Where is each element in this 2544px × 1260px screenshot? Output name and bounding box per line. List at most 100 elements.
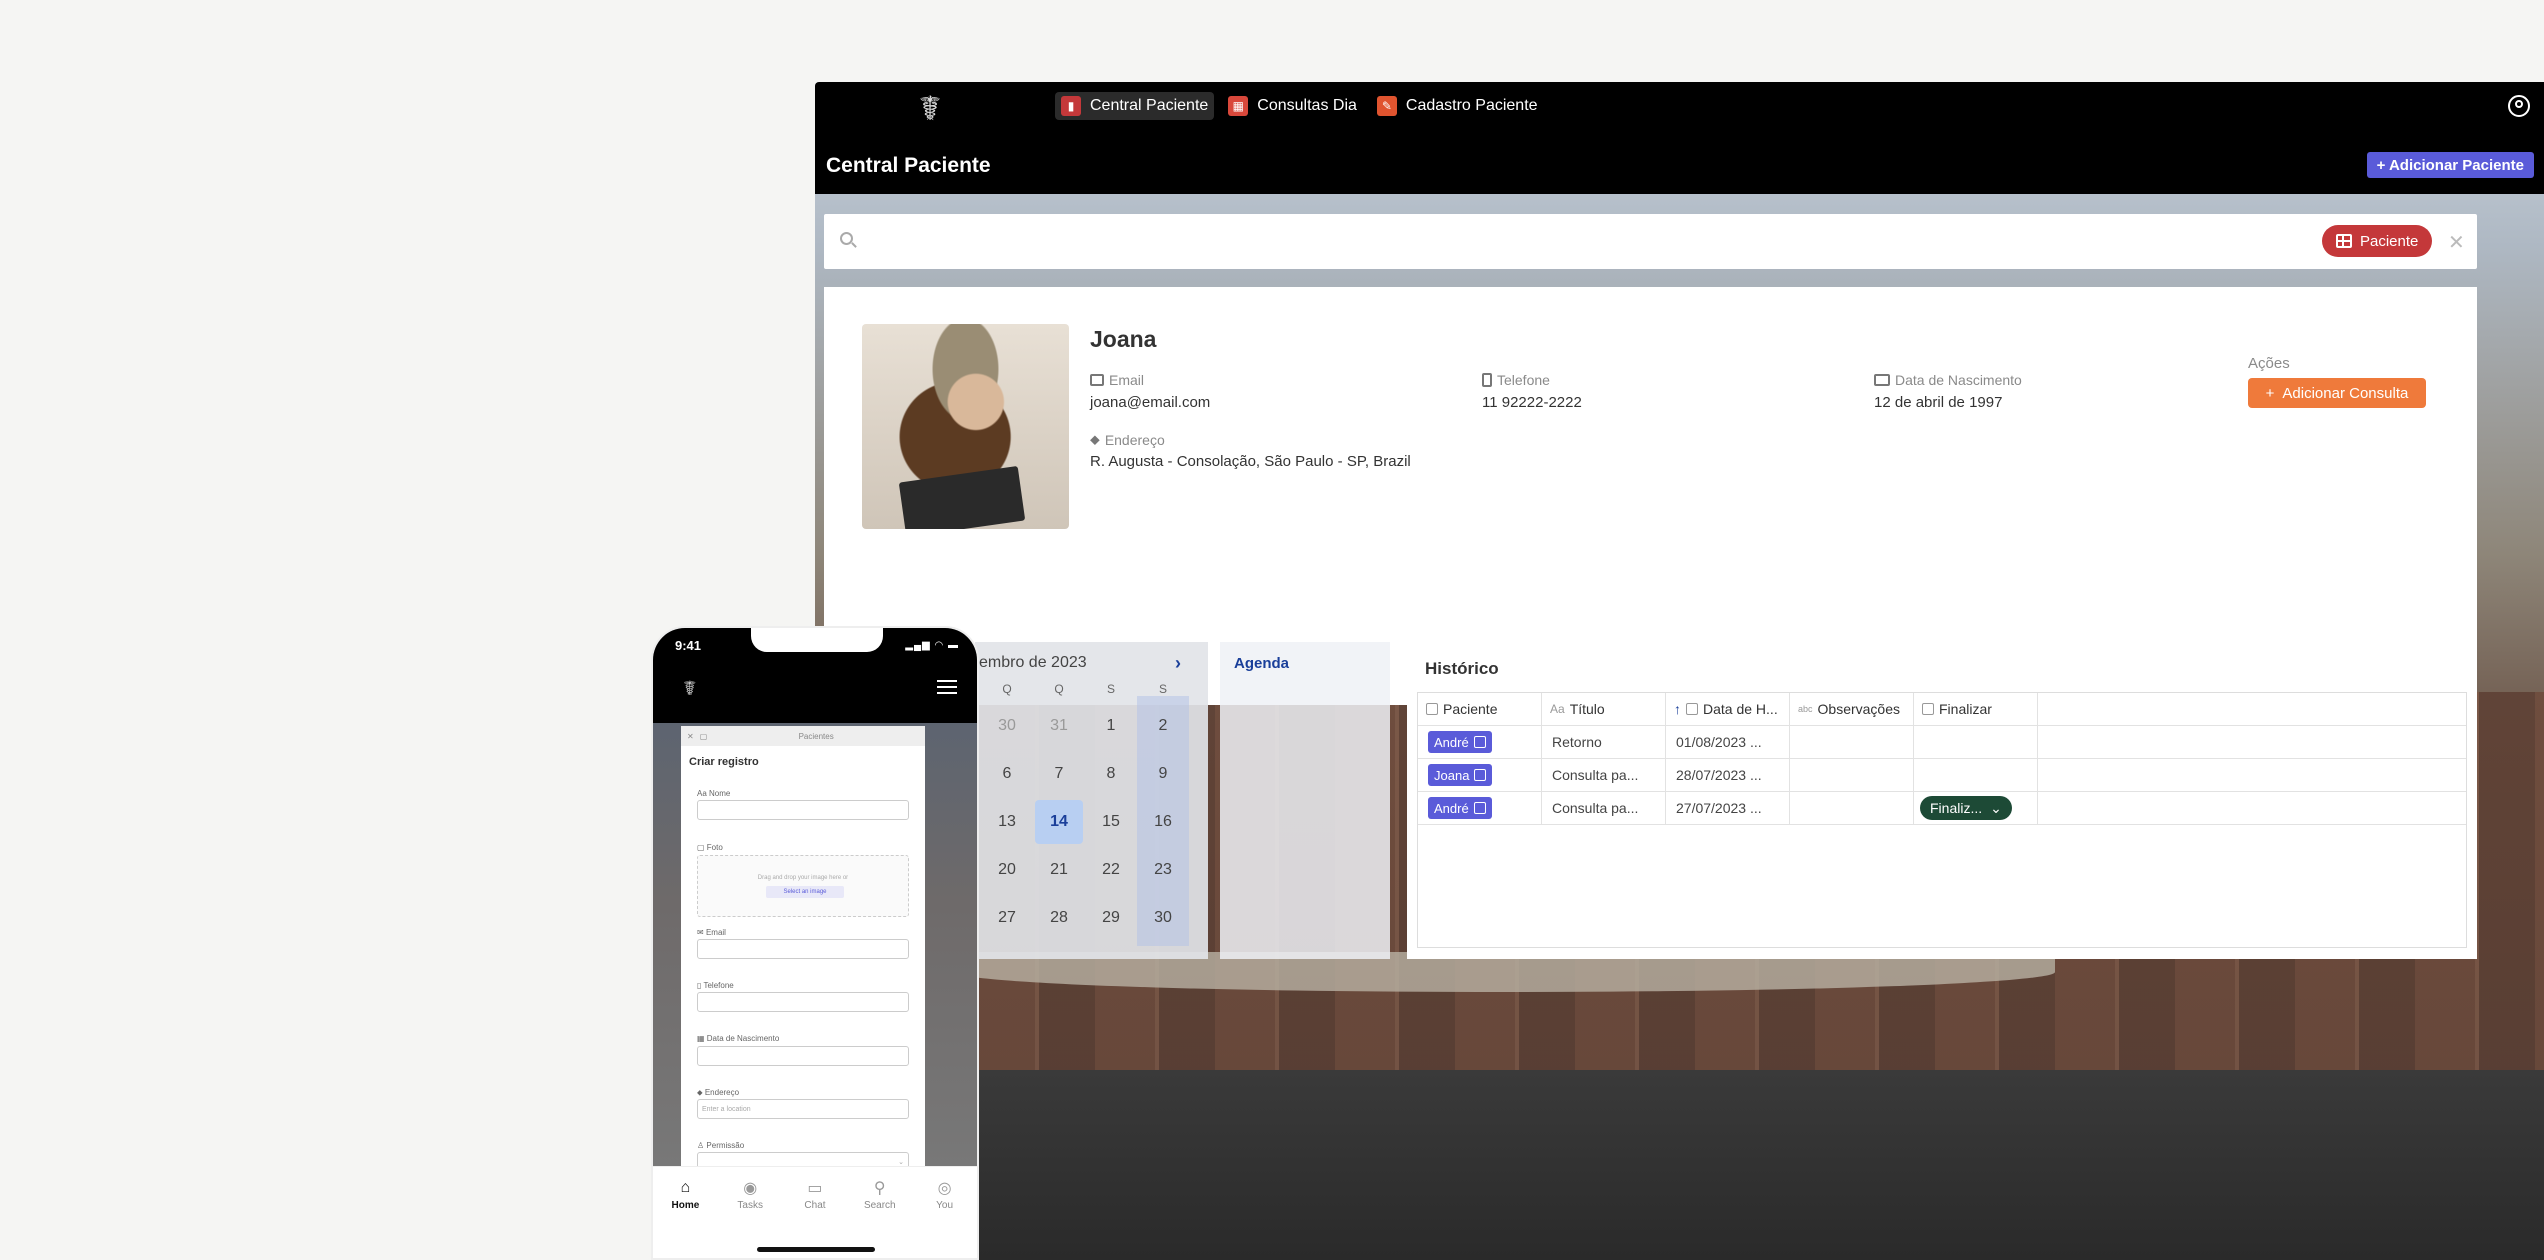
agenda-panel: Agenda bbox=[1220, 642, 1390, 959]
select-type-icon bbox=[1922, 703, 1934, 715]
cell-titulo[interactable]: Retorno bbox=[1542, 726, 1666, 758]
cell-data[interactable]: 27/07/2023 ... bbox=[1666, 792, 1790, 824]
agenda-title[interactable]: Agenda bbox=[1234, 655, 1289, 672]
cell-observacoes[interactable] bbox=[1790, 726, 1914, 758]
calendar: embro de 2023 › Q Q S S 30 31 1 2 6 7 8 9 13 14 15 16 20… bbox=[975, 642, 1208, 959]
phone-field[interactable] bbox=[697, 992, 909, 1012]
patient-pill[interactable]: André bbox=[1428, 797, 1492, 819]
close-icon[interactable]: ✕ bbox=[687, 732, 694, 741]
calendar-day[interactable]: 27 bbox=[981, 894, 1033, 942]
calendar-day[interactable]: 1 bbox=[1085, 702, 1137, 750]
desktop-window: ☤ ▮ Central Paciente ▦ Consultas Dia ✎ C… bbox=[815, 82, 2544, 1260]
nav-consultas-dia[interactable]: ▦ Consultas Dia bbox=[1222, 92, 1363, 120]
filter-chip-paciente[interactable]: Paciente bbox=[2322, 225, 2433, 257]
caduceus-logo-icon[interactable]: ☤ bbox=[683, 676, 696, 701]
nav-label: Consultas Dia bbox=[1257, 97, 1357, 114]
photo-dropzone[interactable]: Drag and drop your image here or Select … bbox=[697, 855, 909, 917]
hamburger-menu-icon[interactable] bbox=[937, 680, 957, 694]
email-label-text: Email bbox=[1109, 372, 1145, 388]
calendar-day[interactable]: 2 bbox=[1137, 702, 1189, 750]
calendar-day[interactable]: 30 bbox=[981, 702, 1033, 750]
search-input[interactable] bbox=[868, 224, 2268, 258]
calendar-day[interactable]: 6 bbox=[981, 750, 1033, 798]
chart-icon: ▮ bbox=[1061, 96, 1081, 116]
select-image-button[interactable]: Select an image bbox=[766, 886, 844, 898]
calendar-day[interactable]: 15 bbox=[1085, 798, 1137, 846]
cell-data[interactable]: 01/08/2023 ... bbox=[1666, 726, 1790, 758]
chevron-down-icon: ⌄ bbox=[1990, 799, 2002, 816]
calendar-day[interactable]: 30 bbox=[1137, 894, 1189, 942]
cell-finalizar[interactable] bbox=[1914, 759, 2038, 791]
nav-central-paciente[interactable]: ▮ Central Paciente bbox=[1055, 92, 1215, 120]
calendar-day[interactable]: 29 bbox=[1085, 894, 1137, 942]
open-link-icon bbox=[1474, 769, 1487, 781]
col-header-data[interactable]: ↑ Data de H... bbox=[1666, 693, 1790, 725]
calendar-day[interactable]: 23 bbox=[1137, 846, 1189, 894]
address-field[interactable]: Enter a location bbox=[697, 1099, 909, 1119]
calendar-day[interactable]: 28 bbox=[1033, 894, 1085, 942]
calendar-day[interactable]: 31 bbox=[1033, 702, 1085, 750]
col-header-finalizar[interactable]: Finalizar bbox=[1914, 693, 2038, 725]
cell-titulo[interactable]: Consulta pa... bbox=[1542, 792, 1666, 824]
table-row[interactable]: André Consulta pa... 27/07/2023 ... Fina… bbox=[1418, 792, 2466, 825]
calendar-day[interactable]: 21 bbox=[1033, 846, 1085, 894]
birth-date-field[interactable] bbox=[697, 1046, 909, 1066]
table-row[interactable]: André Retorno 01/08/2023 ... bbox=[1418, 726, 2466, 759]
cell-paciente[interactable]: André bbox=[1418, 792, 1542, 824]
phone-tab-bar: ⌂ Home ◉ Tasks ▭ Chat ⚲ Search ◎ You bbox=[653, 1166, 977, 1258]
calendar-day[interactable]: 7 bbox=[1033, 750, 1085, 798]
phone-mockup: 9:41 ▂▄▆ ◠ ▬ ☤ ✕ ▢ Pacientes Criar regis… bbox=[651, 626, 979, 1260]
calendar-day[interactable]: 20 bbox=[981, 846, 1033, 894]
cell-observacoes[interactable] bbox=[1790, 792, 1914, 824]
envelope-icon: ✉ bbox=[697, 928, 706, 937]
col-header-titulo[interactable]: Aa Título bbox=[1542, 693, 1666, 725]
search-icon bbox=[840, 232, 853, 245]
chevron-right-icon[interactable]: › bbox=[1175, 653, 1181, 674]
email-field[interactable] bbox=[697, 939, 909, 959]
cell-paciente[interactable]: Joana bbox=[1418, 759, 1542, 791]
tab-home[interactable]: ⌂ Home bbox=[660, 1179, 710, 1258]
cell-titulo[interactable]: Consulta pa... bbox=[1542, 759, 1666, 791]
name-field[interactable] bbox=[697, 800, 909, 820]
calendar-icon: ▦ bbox=[697, 1034, 707, 1043]
patient-pill[interactable]: Joana bbox=[1428, 764, 1493, 786]
cell-paciente[interactable]: André bbox=[1418, 726, 1542, 758]
calendar-day[interactable]: 22 bbox=[1085, 846, 1137, 894]
nav-cadastro-paciente[interactable]: ✎ Cadastro Paciente bbox=[1371, 92, 1544, 120]
calendar-day[interactable]: 13 bbox=[981, 798, 1033, 846]
add-patient-button[interactable]: + Adicionar Paciente bbox=[2366, 152, 2534, 178]
col-header-paciente[interactable]: Paciente bbox=[1418, 693, 1542, 725]
clear-search-icon[interactable]: ✕ bbox=[2448, 230, 2465, 255]
cell-finalizar[interactable] bbox=[1914, 726, 2038, 758]
tab-label: Search bbox=[863, 1200, 896, 1211]
calendar-day[interactable]: 14 bbox=[1033, 798, 1085, 846]
tab-you[interactable]: ◎ You bbox=[920, 1179, 970, 1258]
expand-icon[interactable]: ▢ bbox=[700, 732, 708, 741]
calendar-day[interactable]: 16 bbox=[1137, 798, 1189, 846]
finish-select[interactable]: Finaliz... ⌄ bbox=[1920, 796, 2012, 820]
calendar-day[interactable]: 9 bbox=[1137, 750, 1189, 798]
col-label: Finalizar bbox=[1939, 701, 1992, 717]
top-bar: ☤ ▮ Central Paciente ▦ Consultas Dia ✎ C… bbox=[815, 82, 2544, 194]
phone-header: 9:41 ▂▄▆ ◠ ▬ ☤ bbox=[653, 628, 977, 723]
user-account-icon[interactable] bbox=[2508, 95, 2530, 117]
table-row[interactable]: Joana Consulta pa... 28/07/2023 ... bbox=[1418, 759, 2466, 792]
birth-label-text: Data de Nascimento bbox=[1895, 372, 2022, 388]
background-road bbox=[815, 1070, 2544, 1260]
signal-wifi-battery-icon: ▂▄▆ ◠ ▬ bbox=[905, 640, 959, 651]
cell-finalizar[interactable]: Finaliz... ⌄ bbox=[1914, 792, 2038, 824]
calendar-day[interactable]: 8 bbox=[1085, 750, 1137, 798]
cell-data[interactable]: 28/07/2023 ... bbox=[1666, 759, 1790, 791]
email-value: joana@email.com bbox=[1090, 394, 1211, 411]
home-icon: ⌂ bbox=[680, 1179, 691, 1196]
image-icon: ▢ bbox=[697, 843, 707, 852]
phone-icon bbox=[1482, 373, 1492, 387]
weekday-label: S bbox=[1106, 682, 1115, 696]
nav-label: Central Paciente bbox=[1090, 97, 1209, 114]
add-consult-button[interactable]: + Adicionar Consulta bbox=[2248, 378, 2426, 408]
col-label: Observações bbox=[1817, 701, 1900, 717]
caduceus-logo-icon[interactable]: ☤ bbox=[908, 87, 952, 131]
cell-observacoes[interactable] bbox=[1790, 759, 1914, 791]
patient-pill[interactable]: André bbox=[1428, 731, 1492, 753]
col-header-observacoes[interactable]: abc Observações bbox=[1790, 693, 1914, 725]
